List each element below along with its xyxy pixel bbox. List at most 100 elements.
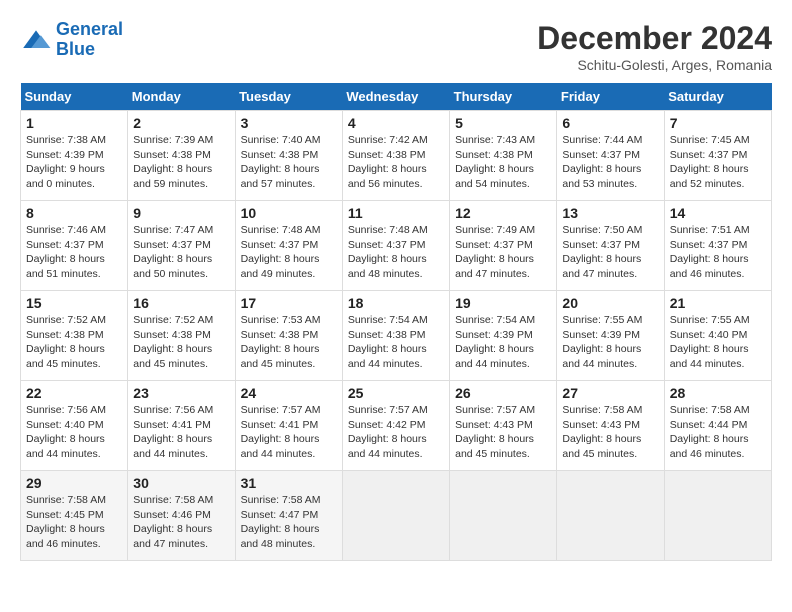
day-number: 5 [455, 115, 551, 131]
day-info: Sunrise: 7:58 AMSunset: 4:44 PMDaylight:… [670, 403, 766, 462]
day-info: Sunrise: 7:50 AMSunset: 4:37 PMDaylight:… [562, 223, 658, 282]
calendar-cell: 8Sunrise: 7:46 AMSunset: 4:37 PMDaylight… [21, 201, 128, 291]
calendar-cell: 1 Sunrise: 7:38 AMSunset: 4:39 PMDaylight… [21, 111, 128, 201]
calendar-cell: 25 Sunrise: 7:57 AMSunset: 4:42 PMDayligh… [342, 381, 449, 471]
logo-general: General [56, 19, 123, 39]
calendar-cell: 29 Sunrise: 7:58 AMSunset: 4:45 PMDayligh… [21, 471, 128, 561]
calendar-cell: 20Sunrise: 7:55 AMSunset: 4:39 PMDayligh… [557, 291, 664, 381]
day-header-thursday: Thursday [450, 83, 557, 111]
day-header-tuesday: Tuesday [235, 83, 342, 111]
day-number: 21 [670, 295, 766, 311]
calendar-cell: 5 Sunrise: 7:43 AMSunset: 4:38 PMDaylight… [450, 111, 557, 201]
day-number: 22 [26, 385, 122, 401]
day-number: 24 [241, 385, 337, 401]
calendar-cell: 13 Sunrise: 7:50 AMSunset: 4:37 PMDayligh… [557, 201, 664, 291]
day-info: Sunrise: 7:39 AMSunset: 4:38 PMDaylight:… [133, 133, 229, 192]
calendar-cell: 27Sunrise: 7:58 AMSunset: 4:43 PMDayligh… [557, 381, 664, 471]
calendar-cell: 30Sunrise: 7:58 AMSunset: 4:46 PMDayligh… [128, 471, 235, 561]
calendar-week-3: 15 Sunrise: 7:52 AMSunset: 4:38 PMDayligh… [21, 291, 772, 381]
calendar-week-2: 8Sunrise: 7:46 AMSunset: 4:37 PMDaylight… [21, 201, 772, 291]
day-info: Sunrise: 7:52 AMSunset: 4:38 PMDaylight:… [133, 313, 229, 372]
day-number: 26 [455, 385, 551, 401]
month-title: December 2024 [537, 20, 772, 57]
calendar-cell: 22 Sunrise: 7:56 AMSunset: 4:40 PMDayligh… [21, 381, 128, 471]
day-info: Sunrise: 7:57 AMSunset: 4:41 PMDaylight:… [241, 403, 337, 462]
day-number: 28 [670, 385, 766, 401]
calendar-cell: 18 Sunrise: 7:54 AMSunset: 4:38 PMDayligh… [342, 291, 449, 381]
logo: General Blue [20, 20, 123, 60]
logo-text: General Blue [56, 20, 123, 60]
day-number: 2 [133, 115, 229, 131]
day-info: Sunrise: 7:56 AMSunset: 4:40 PMDaylight:… [26, 403, 122, 462]
day-number: 8 [26, 205, 122, 221]
day-info: Sunrise: 7:38 AMSunset: 4:39 PMDaylight:… [26, 133, 122, 192]
day-number: 25 [348, 385, 444, 401]
day-info: Sunrise: 7:55 AMSunset: 4:40 PMDaylight:… [670, 313, 766, 372]
logo-blue: Blue [56, 39, 95, 59]
day-number: 29 [26, 475, 122, 491]
day-info: Sunrise: 7:49 AMSunset: 4:37 PMDaylight:… [455, 223, 551, 282]
calendar-cell: 3Sunrise: 7:40 AMSunset: 4:38 PMDaylight… [235, 111, 342, 201]
calendar-cell: 28 Sunrise: 7:58 AMSunset: 4:44 PMDayligh… [664, 381, 771, 471]
day-number: 18 [348, 295, 444, 311]
day-number: 4 [348, 115, 444, 131]
calendar-cell: 9Sunrise: 7:47 AMSunset: 4:37 PMDaylight… [128, 201, 235, 291]
day-number: 16 [133, 295, 229, 311]
day-number: 7 [670, 115, 766, 131]
day-number: 14 [670, 205, 766, 221]
day-header-wednesday: Wednesday [342, 83, 449, 111]
calendar-cell [342, 471, 449, 561]
day-info: Sunrise: 7:58 AMSunset: 4:45 PMDaylight:… [26, 493, 122, 552]
logo-icon [20, 24, 52, 56]
day-number: 31 [241, 475, 337, 491]
day-number: 12 [455, 205, 551, 221]
calendar-cell: 14 Sunrise: 7:51 AMSunset: 4:37 PMDayligh… [664, 201, 771, 291]
day-number: 15 [26, 295, 122, 311]
day-header-sunday: Sunday [21, 83, 128, 111]
day-number: 1 [26, 115, 122, 131]
calendar-cell [450, 471, 557, 561]
calendar-cell: 21 Sunrise: 7:55 AMSunset: 4:40 PMDayligh… [664, 291, 771, 381]
day-info: Sunrise: 7:48 AMSunset: 4:37 PMDaylight:… [348, 223, 444, 282]
calendar-cell: 16 Sunrise: 7:52 AMSunset: 4:38 PMDayligh… [128, 291, 235, 381]
day-info: Sunrise: 7:56 AMSunset: 4:41 PMDaylight:… [133, 403, 229, 462]
day-info: Sunrise: 7:51 AMSunset: 4:37 PMDaylight:… [670, 223, 766, 282]
day-number: 10 [241, 205, 337, 221]
day-number: 11 [348, 205, 444, 221]
calendar-cell: 23 Sunrise: 7:56 AMSunset: 4:41 PMDayligh… [128, 381, 235, 471]
calendar-cell: 17Sunrise: 7:53 AMSunset: 4:38 PMDayligh… [235, 291, 342, 381]
day-info: Sunrise: 7:42 AMSunset: 4:38 PMDaylight:… [348, 133, 444, 192]
day-number: 20 [562, 295, 658, 311]
title-block: December 2024 Schitu-Golesti, Arges, Rom… [537, 20, 772, 73]
day-header-monday: Monday [128, 83, 235, 111]
day-number: 19 [455, 295, 551, 311]
day-info: Sunrise: 7:44 AMSunset: 4:37 PMDaylight:… [562, 133, 658, 192]
day-number: 13 [562, 205, 658, 221]
day-info: Sunrise: 7:43 AMSunset: 4:38 PMDaylight:… [455, 133, 551, 192]
day-info: Sunrise: 7:57 AMSunset: 4:43 PMDaylight:… [455, 403, 551, 462]
day-info: Sunrise: 7:54 AMSunset: 4:39 PMDaylight:… [455, 313, 551, 372]
calendar-cell: 26 Sunrise: 7:57 AMSunset: 4:43 PMDayligh… [450, 381, 557, 471]
day-info: Sunrise: 7:58 AMSunset: 4:46 PMDaylight:… [133, 493, 229, 552]
calendar-week-4: 22 Sunrise: 7:56 AMSunset: 4:40 PMDayligh… [21, 381, 772, 471]
calendar-cell: 4 Sunrise: 7:42 AMSunset: 4:38 PMDaylight… [342, 111, 449, 201]
calendar-cell: 7Sunrise: 7:45 AMSunset: 4:37 PMDaylight… [664, 111, 771, 201]
day-number: 23 [133, 385, 229, 401]
day-number: 9 [133, 205, 229, 221]
calendar-cell: 12 Sunrise: 7:49 AMSunset: 4:37 PMDayligh… [450, 201, 557, 291]
calendar-cell: 15Sunrise: 7:52 AMSunset: 4:38 PMDayligh… [21, 291, 128, 381]
calendar-header-row: SundayMondayTuesdayWednesdayThursdayFrid… [21, 83, 772, 111]
day-info: Sunrise: 7:48 AMSunset: 4:37 PMDaylight:… [241, 223, 337, 282]
calendar-cell: 2 Sunrise: 7:39 AMSunset: 4:38 PMDaylight… [128, 111, 235, 201]
calendar-cell [557, 471, 664, 561]
calendar-week-1: 1 Sunrise: 7:38 AMSunset: 4:39 PMDaylight… [21, 111, 772, 201]
day-info: Sunrise: 7:57 AMSunset: 4:42 PMDaylight:… [348, 403, 444, 462]
calendar-cell: 6Sunrise: 7:44 AMSunset: 4:37 PMDaylight… [557, 111, 664, 201]
calendar-cell: 10 Sunrise: 7:48 AMSunset: 4:37 PMDayligh… [235, 201, 342, 291]
day-number: 17 [241, 295, 337, 311]
calendar-cell: 11 Sunrise: 7:48 AMSunset: 4:37 PMDayligh… [342, 201, 449, 291]
calendar-cell: 24 Sunrise: 7:57 AMSunset: 4:41 PMDayligh… [235, 381, 342, 471]
calendar-table: SundayMondayTuesdayWednesdayThursdayFrid… [20, 83, 772, 561]
subtitle: Schitu-Golesti, Arges, Romania [537, 57, 772, 73]
day-info: Sunrise: 7:54 AMSunset: 4:38 PMDaylight:… [348, 313, 444, 372]
